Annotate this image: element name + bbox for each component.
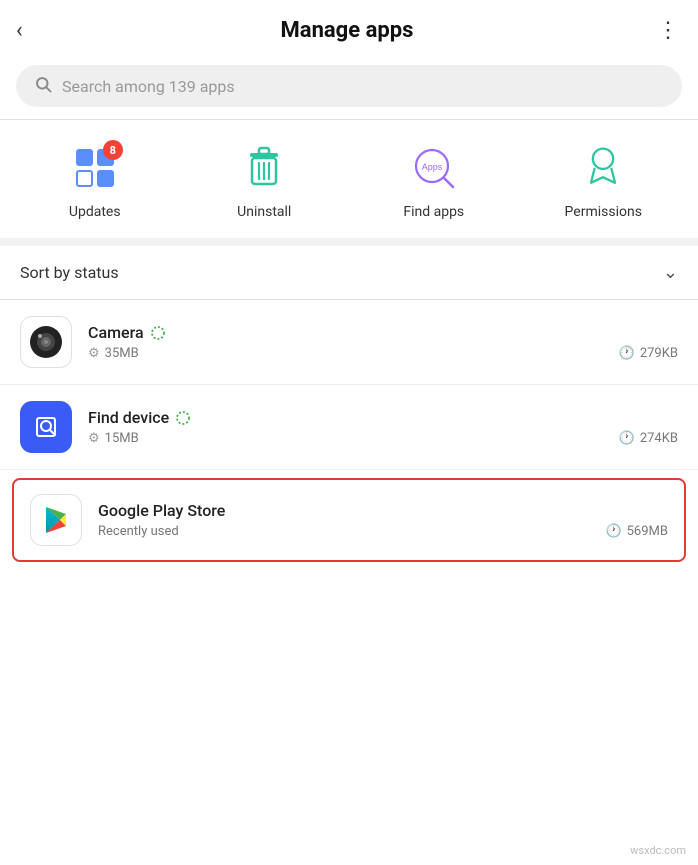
uninstall-label: Uninstall bbox=[237, 204, 291, 220]
camera-size: ⚙ 35MB bbox=[88, 346, 139, 361]
search-placeholder: Search among 139 apps bbox=[62, 77, 235, 96]
clock-icon-3: 🕐 bbox=[605, 524, 621, 539]
more-button[interactable]: ⋮ bbox=[642, 18, 678, 43]
svg-text:Apps: Apps bbox=[421, 162, 442, 172]
shortcut-updates[interactable]: 8 Updates bbox=[55, 140, 135, 220]
watermark: wsxdc.com bbox=[630, 844, 686, 857]
playstore-meta-row: Recently used 🕐 569MB bbox=[98, 524, 668, 539]
findapps-icon-wrap: Apps bbox=[406, 140, 462, 196]
clock-icon-2: 🕐 bbox=[619, 431, 635, 446]
camera-app-info: Camera ⚙ 35MB 🕐 279KB bbox=[88, 323, 678, 361]
header: ‹ Manage apps ⋮ bbox=[0, 0, 698, 57]
updates-icon-wrap: 8 bbox=[67, 140, 123, 196]
search-icon bbox=[34, 75, 52, 97]
permissions-icon bbox=[580, 144, 626, 192]
camera-meta-row: ⚙ 35MB 🕐 279KB bbox=[88, 346, 678, 361]
finddevice-app-info: Find device ⚙ 15MB 🕐 274KB bbox=[88, 408, 678, 446]
playstore-name-row: Google Play Store bbox=[98, 501, 668, 520]
permissions-label: Permissions bbox=[565, 204, 642, 220]
camera-app-name: Camera bbox=[88, 323, 144, 342]
updates-badge: 8 bbox=[103, 140, 123, 160]
search-bar[interactable]: Search among 139 apps bbox=[16, 65, 682, 107]
playstore-app-icon bbox=[30, 494, 82, 546]
playstore-app-info: Google Play Store Recently used 🕐 569MB bbox=[98, 501, 668, 539]
app-item-camera[interactable]: Camera ⚙ 35MB 🕐 279KB bbox=[0, 300, 698, 385]
shortcut-permissions[interactable]: Permissions bbox=[563, 140, 643, 220]
finddevice-meta-row: ⚙ 15MB 🕐 274KB bbox=[88, 431, 678, 446]
finddevice-name-row: Find device bbox=[88, 408, 678, 427]
chevron-down-icon: ⌄ bbox=[663, 262, 678, 283]
findapps-label: Find apps bbox=[403, 204, 464, 220]
app-item-finddevice[interactable]: Find device ⚙ 15MB 🕐 274KB bbox=[0, 385, 698, 470]
findapps-icon: Apps bbox=[410, 144, 458, 192]
shortcut-uninstall[interactable]: Uninstall bbox=[224, 140, 304, 220]
playstore-app-name: Google Play Store bbox=[98, 501, 225, 520]
search-bar-container: Search among 139 apps bbox=[0, 57, 698, 119]
shortcut-findapps[interactable]: Apps Find apps bbox=[394, 140, 474, 220]
trash-icon bbox=[245, 146, 283, 190]
camera-status-dots bbox=[150, 325, 166, 341]
page-title: Manage apps bbox=[52, 18, 642, 43]
sort-row[interactable]: Sort by status ⌄ bbox=[0, 246, 698, 299]
shortcuts-row: 8 Updates Uninstall bbox=[0, 120, 698, 238]
clock-icon: 🕐 bbox=[619, 346, 635, 361]
camera-name-row: Camera bbox=[88, 323, 678, 342]
finddevice-status-dots bbox=[175, 410, 191, 426]
finddevice-cache: 🕐 274KB bbox=[619, 431, 678, 446]
divider-thick bbox=[0, 238, 698, 246]
back-button[interactable]: ‹ bbox=[16, 18, 52, 43]
playstore-recently-used: Recently used bbox=[98, 524, 179, 539]
camera-cache: 🕐 279KB bbox=[619, 346, 678, 361]
finddevice-app-icon bbox=[20, 401, 72, 453]
updates-label: Updates bbox=[69, 204, 121, 220]
sort-label: Sort by status bbox=[20, 263, 119, 282]
camera-app-icon bbox=[20, 316, 72, 368]
finddevice-app-name: Find device bbox=[88, 408, 169, 427]
permissions-icon-wrap bbox=[575, 140, 631, 196]
playstore-size: 🕐 569MB bbox=[605, 524, 668, 539]
cpu-icon: ⚙ bbox=[88, 346, 100, 361]
uninstall-icon-wrap bbox=[236, 140, 292, 196]
cpu-icon-2: ⚙ bbox=[88, 431, 100, 446]
app-item-playstore[interactable]: Google Play Store Recently used 🕐 569MB bbox=[12, 478, 686, 562]
app-list: Camera ⚙ 35MB 🕐 279KB bbox=[0, 300, 698, 562]
finddevice-size: ⚙ 15MB bbox=[88, 431, 139, 446]
